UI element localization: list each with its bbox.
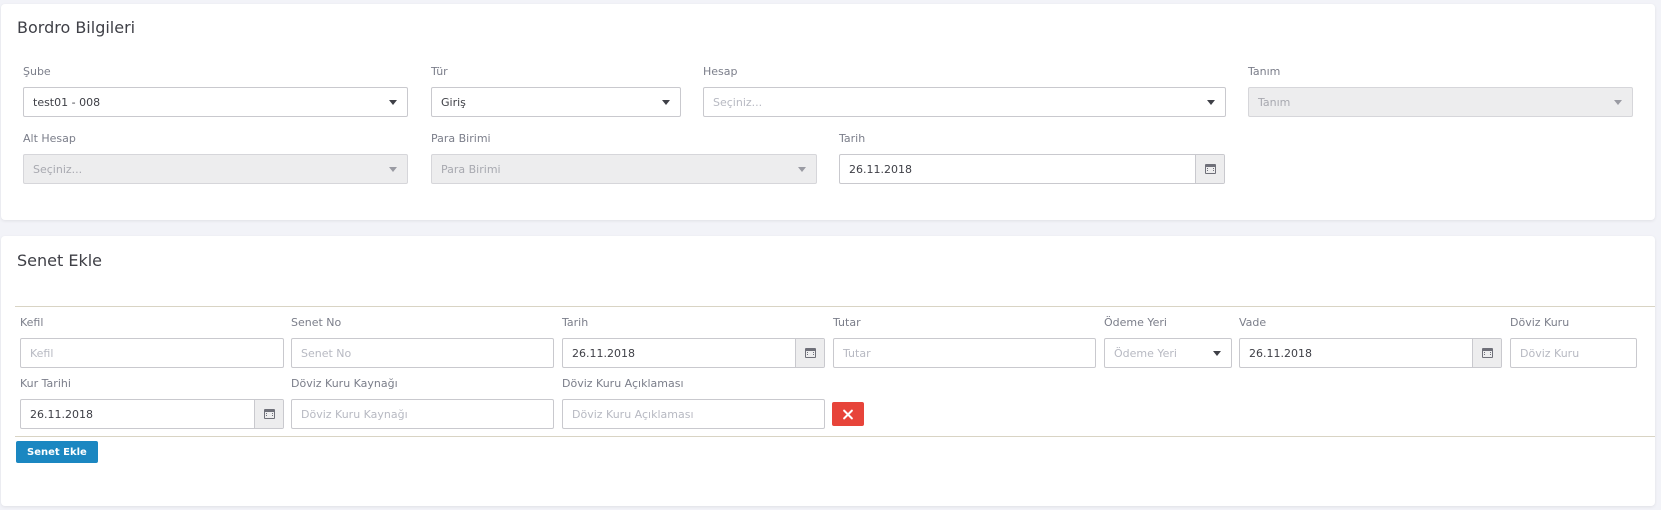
senet-no-placeholder: Senet No: [301, 346, 352, 360]
remove-row-button[interactable]: [832, 402, 864, 426]
kur-tarihi-date-input[interactable]: 26.11.2018: [20, 399, 284, 429]
senet-panel: Senet Ekle Kefil Kefil Senet No Senet No…: [1, 236, 1655, 506]
divider: [15, 306, 1655, 307]
tanim-label: Tanım: [1248, 65, 1281, 78]
bordro-panel: Bordro Bilgileri Şube test01 - 008 Tür G…: [1, 4, 1655, 220]
chevron-down-icon: [1614, 100, 1622, 105]
tutar-label: Tutar: [833, 316, 861, 329]
tutar-placeholder: Tutar: [843, 346, 871, 360]
doviz-kuru-kaynagi-input[interactable]: Döviz Kuru Kaynağı: [291, 399, 554, 429]
chevron-down-icon: [389, 100, 397, 105]
senet-tarih-label: Tarih: [562, 316, 589, 329]
calendar-icon: [1204, 164, 1216, 174]
kefil-placeholder: Kefil: [30, 346, 54, 360]
calendar-icon: [804, 348, 816, 358]
tarih-date-input[interactable]: 26.11.2018: [839, 154, 1225, 184]
kefil-input[interactable]: Kefil: [20, 338, 284, 368]
chevron-down-icon: [1213, 351, 1221, 356]
hesap-label: Hesap: [703, 65, 738, 78]
tutar-input[interactable]: Tutar: [833, 338, 1096, 368]
kur-tarihi-calendar-button[interactable]: [254, 400, 283, 428]
calendar-icon: [263, 409, 275, 419]
alt-hesap-placeholder: Seçiniz...: [33, 162, 83, 176]
tur-label: Tür: [431, 65, 448, 78]
kefil-label: Kefil: [20, 316, 44, 329]
senet-tarih-calendar-button[interactable]: [795, 339, 824, 367]
tarih-label: Tarih: [839, 132, 866, 145]
doviz-kuru-aciklamasi-input[interactable]: Döviz Kuru Açıklaması: [562, 399, 825, 429]
chevron-down-icon: [798, 167, 806, 172]
tarih-value: 26.11.2018: [849, 162, 912, 176]
sube-select[interactable]: test01 - 008: [23, 87, 408, 117]
doviz-kuru-aciklamasi-label: Döviz Kuru Açıklaması: [562, 377, 684, 390]
senet-tarih-value: 26.11.2018: [572, 346, 635, 360]
doviz-kuru-label: Döviz Kuru: [1510, 316, 1570, 329]
chevron-down-icon: [662, 100, 670, 105]
bordro-title: Bordro Bilgileri: [17, 18, 136, 37]
doviz-kuru-input[interactable]: Döviz Kuru: [1510, 338, 1637, 368]
doviz-kuru-kaynagi-label: Döviz Kuru Kaynağı: [291, 377, 398, 390]
chevron-down-icon: [1207, 100, 1215, 105]
kur-tarihi-value: 26.11.2018: [30, 407, 93, 421]
odeme-yeri-placeholder: Ödeme Yeri: [1114, 346, 1177, 360]
senet-no-label: Senet No: [291, 316, 342, 329]
para-birimi-label: Para Birimi: [431, 132, 491, 145]
tanim-placeholder: Tanım: [1258, 95, 1291, 109]
senet-title: Senet Ekle: [17, 251, 103, 270]
divider: [15, 436, 1655, 437]
senet-tarih-date-input[interactable]: 26.11.2018: [562, 338, 825, 368]
chevron-down-icon: [389, 167, 397, 172]
alt-hesap-label: Alt Hesap: [23, 132, 76, 145]
odeme-yeri-select[interactable]: Ödeme Yeri: [1104, 338, 1232, 368]
kur-tarihi-label: Kur Tarihi: [20, 377, 71, 390]
close-icon: [843, 409, 854, 420]
doviz-kuru-aciklamasi-placeholder: Döviz Kuru Açıklaması: [572, 407, 694, 421]
vade-label: Vade: [1239, 316, 1267, 329]
hesap-select[interactable]: Seçiniz...: [703, 87, 1226, 117]
calendar-icon: [1481, 348, 1493, 358]
senet-no-input[interactable]: Senet No: [291, 338, 554, 368]
hesap-placeholder: Seçiniz...: [713, 95, 763, 109]
para-birimi-placeholder: Para Birimi: [441, 162, 501, 176]
vade-date-input[interactable]: 26.11.2018: [1239, 338, 1502, 368]
tur-select[interactable]: Giriş: [431, 87, 681, 117]
doviz-kuru-kaynagi-placeholder: Döviz Kuru Kaynağı: [301, 407, 408, 421]
sube-value: test01 - 008: [33, 95, 101, 109]
vade-calendar-button[interactable]: [1472, 339, 1501, 367]
para-birimi-select: Para Birimi: [431, 154, 817, 184]
senet-ekle-button[interactable]: Senet Ekle: [16, 441, 98, 463]
sube-label: Şube: [23, 65, 51, 78]
tur-value: Giriş: [441, 95, 466, 109]
tarih-calendar-button[interactable]: [1195, 155, 1224, 183]
tanim-select: Tanım: [1248, 87, 1633, 117]
doviz-kuru-placeholder: Döviz Kuru: [1520, 346, 1580, 360]
odeme-yeri-label: Ödeme Yeri: [1104, 316, 1167, 329]
alt-hesap-select: Seçiniz...: [23, 154, 408, 184]
vade-value: 26.11.2018: [1249, 346, 1312, 360]
